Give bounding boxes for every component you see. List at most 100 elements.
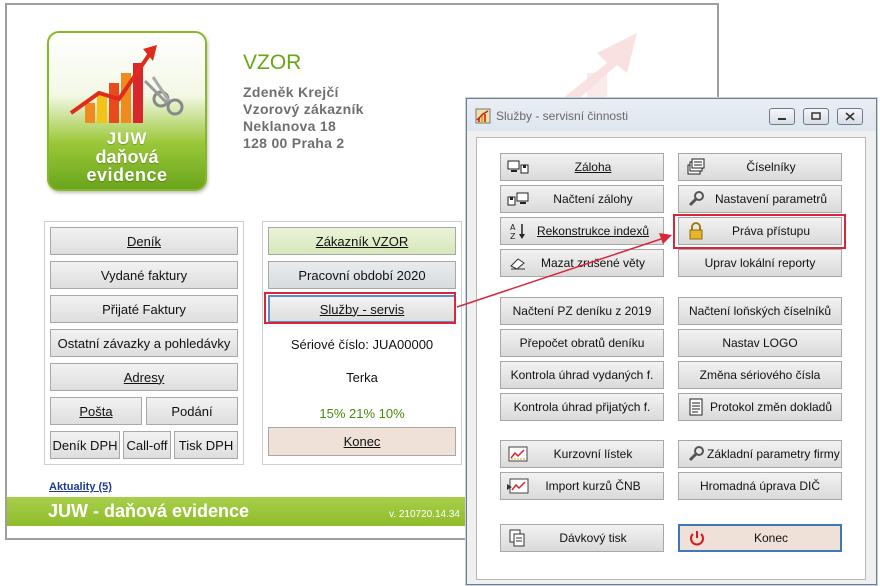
zakaznik-label: Zákazník VZOR — [315, 233, 409, 249]
eraser-icon — [507, 253, 529, 273]
company-customer: Vzorový zákazník — [243, 101, 364, 117]
ciselniky-button[interactable]: Číselníky — [678, 153, 842, 181]
exchange-chart-icon — [507, 444, 529, 464]
service-window-title: Služby - servisní činnosti — [496, 109, 629, 123]
prijate-faktury-button[interactable]: Přijaté Faktury — [50, 295, 238, 323]
service-titlebar: Služby - servisní činnosti — [467, 99, 876, 131]
nacteni-pz-deniku-button[interactable]: Načtení PZ deníku z 2019 — [500, 297, 664, 325]
vydane-faktury-button[interactable]: Vydané faktury — [50, 261, 238, 289]
aktuality-link[interactable]: Aktuality (5) — [49, 481, 112, 493]
close-button[interactable] — [837, 108, 863, 125]
adresy-button[interactable]: Adresy — [50, 363, 238, 391]
podani-button[interactable]: Podání — [146, 397, 238, 425]
protokol-zmen-label: Protokol změn dokladů — [709, 400, 833, 414]
zaloha-button[interactable]: Záloha — [500, 153, 664, 181]
zakladni-parametry-button[interactable]: Základní parametry firmy — [678, 440, 842, 468]
service-content: Záloha Načtení zálohy AZ Rekonstrukce in… — [476, 137, 866, 580]
mazat-zrusene-vety-label: Mazat zrušené věty — [540, 256, 646, 270]
denik-button[interactable]: Deník — [50, 227, 238, 255]
computer-disk-icon — [507, 157, 529, 177]
hromadna-uprava-dic-label: Hromadná úprava DIČ — [699, 479, 821, 493]
svg-text:A: A — [510, 223, 516, 232]
konec-button[interactable]: Konec — [268, 427, 456, 456]
uprav-lokalni-reporty-button[interactable]: Uprav lokální reporty — [678, 249, 842, 277]
kurzovni-listek-label: Kurzovní lístek — [553, 447, 633, 461]
logo-text-juw: JUW — [106, 129, 148, 148]
restore-icon — [811, 112, 821, 120]
user-name-text: Terka — [346, 370, 378, 385]
kontrola-prijatych-button[interactable]: Kontrola úhrad přijatých f. — [500, 393, 664, 421]
sort-az-icon: AZ — [507, 221, 529, 241]
denik-label: Deník — [127, 233, 161, 249]
company-city: 128 00 Praha 2 — [243, 135, 345, 151]
nacteni-zalohy-label: Načtení zálohy — [553, 192, 633, 206]
zmena-seriového-cisla-button[interactable]: Změna sériového čísla — [678, 361, 842, 389]
davkovy-tisk-button[interactable]: Dávkový tisk — [500, 524, 664, 552]
calloff-label: Call-off — [126, 437, 168, 453]
minimize-button[interactable] — [769, 108, 795, 125]
prijate-faktury-label: Přijaté Faktury — [102, 301, 186, 317]
nastav-logo-button[interactable]: Nastav LOGO — [678, 329, 842, 357]
service-konec-label: Konec — [753, 531, 789, 545]
zaloha-label: Záloha — [574, 160, 612, 174]
pracovni-obdobi-label: Pracovní období 2020 — [298, 267, 426, 283]
nacteni-pz-deniku-label: Načtení PZ deníku z 2019 — [512, 304, 652, 318]
cards-icon — [685, 157, 707, 177]
kontrola-prijatych-label: Kontrola úhrad přijatých f. — [513, 400, 651, 414]
highlight-sluzby — [264, 292, 456, 324]
nastaveni-parametru-label: Nastavení parametrů — [714, 192, 828, 206]
import-kurzu-button[interactable]: Import kurzů ČNB — [500, 472, 664, 500]
zakladni-parametry-label: Základní parametry firmy — [707, 447, 840, 461]
davkovy-tisk-label: Dávkový tisk — [559, 531, 627, 545]
mazat-zrusene-vety-button[interactable]: Mazat zrušené věty — [500, 249, 664, 277]
pracovni-obdobi-button[interactable]: Pracovní období 2020 — [268, 261, 456, 289]
kurzovni-listek-button[interactable]: Kurzovní lístek — [500, 440, 664, 468]
nacteni-lonskych-button[interactable]: Načtení loňských číselníků — [678, 297, 842, 325]
calloff-button[interactable]: Call-off — [123, 431, 171, 459]
adresy-label: Adresy — [123, 369, 165, 385]
zakaznik-button[interactable]: Zákazník VZOR — [268, 227, 456, 255]
rekonstrukce-indexu-button[interactable]: AZ Rekonstrukce indexů — [500, 217, 664, 245]
denik-dph-button[interactable]: Deník DPH — [50, 431, 120, 459]
version-text: v. 210720.14.34 — [389, 509, 460, 520]
protokol-zmen-button[interactable]: Protokol změn dokladů — [678, 393, 842, 421]
power-icon — [686, 528, 708, 548]
company-street: Neklanova 18 — [243, 118, 337, 134]
kontrola-vydanych-label: Kontrola úhrad vydaných f. — [510, 368, 654, 382]
vat-rates-text: 15% 21% 10% — [319, 406, 405, 421]
podani-label: Podání — [171, 403, 213, 419]
kontrola-vydanych-button[interactable]: Kontrola úhrad vydaných f. — [500, 361, 664, 389]
highlight-prava-pristupu — [673, 214, 846, 249]
konec-label: Konec — [343, 434, 381, 449]
disk-computer-icon — [507, 189, 529, 209]
wrench-icon — [685, 444, 707, 464]
service-konec-button[interactable]: Konec — [678, 524, 842, 552]
wrench-icon — [685, 189, 707, 209]
maximize-button[interactable] — [803, 108, 829, 125]
uprav-lokalni-reporty-label: Uprav lokální reporty — [704, 256, 816, 270]
app-chart-icon — [475, 108, 491, 124]
nastav-logo-label: Nastav LOGO — [722, 336, 798, 350]
close-icon — [845, 112, 855, 121]
document-icon — [685, 397, 707, 417]
desktop: JUW daňová evidence VZOR Zdeněk Krejčí V… — [0, 0, 880, 586]
serial-number-text: Sériové číslo: JUA00000 — [290, 337, 434, 352]
nacteni-lonskych-label: Načtení loňských číselníků — [688, 304, 832, 318]
denik-dph-label: Deník DPH — [52, 437, 118, 453]
nacteni-zalohy-button[interactable]: Načtení zálohy — [500, 185, 664, 213]
company-owner: Zdeněk Krejčí — [243, 84, 339, 100]
company-info: VZOR Zdeněk Krejčí Vzorový zákazník Nekl… — [243, 51, 364, 152]
prepocet-obratu-button[interactable]: Přepočet obratů deníku — [500, 329, 664, 357]
ostatni-zavazky-button[interactable]: Ostatní závazky a pohledávky — [50, 329, 238, 357]
app-logo: JUW daňová evidence — [47, 31, 207, 191]
nastaveni-parametru-button[interactable]: Nastavení parametrů — [678, 185, 842, 213]
import-kurzu-label: Import kurzů ČNB — [545, 479, 641, 493]
hromadna-uprava-dic-button[interactable]: Hromadná úprava DIČ — [678, 472, 842, 500]
zmena-seriového-cisla-label: Změna sériového čísla — [699, 368, 821, 382]
tisk-dph-label: Tisk DPH — [178, 437, 234, 453]
logo-text-evidence: evidence — [86, 165, 168, 185]
tisk-dph-button[interactable]: Tisk DPH — [174, 431, 238, 459]
posta-button[interactable]: Pošta — [50, 397, 142, 425]
posta-label: Pošta — [79, 403, 113, 419]
prepocet-obratu-label: Přepočet obratů deníku — [519, 336, 645, 350]
